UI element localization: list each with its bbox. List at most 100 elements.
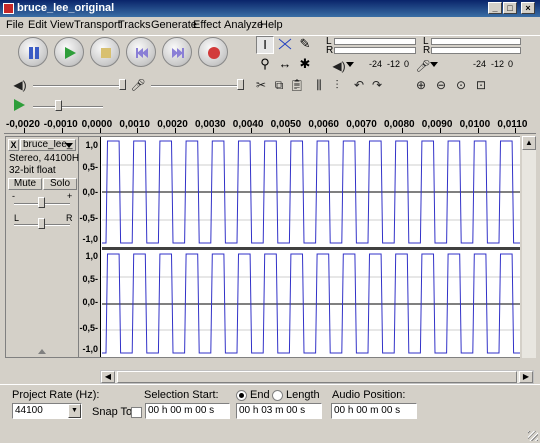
- playback-meter-dropdown-icon[interactable]: [346, 62, 354, 67]
- ruler-label: 0,0030: [195, 119, 226, 130]
- pan-thumb[interactable]: [38, 218, 45, 229]
- paste-icon[interactable]: 📋︎: [288, 76, 306, 94]
- record-meter-dropdown-icon[interactable]: [430, 62, 438, 67]
- timeline-ruler[interactable]: -0,0020 -0,0010 0,0000 0,0010 0,0020 0,0030 0,…: [4, 116, 536, 134]
- pause-button[interactable]: [18, 37, 48, 67]
- time-shift-tool-icon[interactable]: ↔: [276, 56, 294, 74]
- scroll-up-icon[interactable]: ▲: [522, 136, 536, 150]
- ruler-label: 0,0050: [270, 119, 302, 130]
- selection-start-value: 00 h 00 m 00 s: [148, 405, 215, 416]
- collapse-track-icon[interactable]: [38, 349, 46, 354]
- selection-start-field[interactable]: 00 h 00 m 00 s: [145, 403, 230, 419]
- output-volume-thumb[interactable]: [119, 79, 126, 90]
- gain-thumb[interactable]: [38, 197, 45, 208]
- end-radio[interactable]: [236, 390, 247, 401]
- edit-toolbar: ✂ ⧉ 📋︎ ⫼ ⫶ ↶ ↷ ⊕ ⊖ ⊙ ⊡: [250, 74, 540, 96]
- horizontal-scrollbar[interactable]: ◀ ▶: [100, 370, 534, 384]
- ruler-tick: [24, 128, 25, 133]
- waveform-right-channel[interactable]: [102, 250, 520, 357]
- toolbar-area: I ✎ ⚲ ↔ ✱ L R L R ◀) -24 -12 0 🎤︎ -24 -1…: [0, 35, 540, 116]
- waveform-left-channel[interactable]: [102, 137, 520, 247]
- record-scale-12: -12: [491, 59, 505, 69]
- scroll-right-icon[interactable]: ▶: [519, 371, 533, 383]
- play-speed-thumb[interactable]: [55, 100, 62, 111]
- scroll-left-icon[interactable]: ◀: [101, 371, 115, 383]
- menu-tracks[interactable]: Tracks: [118, 19, 151, 31]
- project-rate-dropdown-icon[interactable]: ▼: [68, 404, 81, 418]
- menu-transport[interactable]: Transport: [74, 19, 121, 31]
- play-button[interactable]: [54, 37, 84, 67]
- menu-edit[interactable]: Edit: [28, 19, 47, 31]
- trim-icon[interactable]: ⫼: [310, 76, 328, 94]
- fit-project-icon[interactable]: ⊡: [472, 76, 490, 94]
- minimize-button[interactable]: _: [488, 2, 502, 14]
- skip-to-start-button[interactable]: [126, 37, 156, 67]
- menu-analyze[interactable]: Analyze: [224, 19, 263, 31]
- play-at-speed-icon: [14, 99, 25, 111]
- record-button[interactable]: [198, 37, 228, 67]
- mute-button[interactable]: Mute: [8, 178, 42, 190]
- window-title: bruce_lee_original: [17, 2, 115, 14]
- snap-to-checkbox[interactable]: [131, 407, 142, 418]
- close-button[interactable]: ×: [521, 2, 535, 14]
- menu-file[interactable]: File: [6, 19, 24, 31]
- redo-icon[interactable]: ↷: [368, 76, 386, 94]
- resize-grip-icon[interactable]: [528, 431, 538, 441]
- output-volume-icon: ◀): [13, 78, 27, 92]
- copy-icon[interactable]: ⧉: [270, 76, 288, 94]
- skip-end-icon: [172, 48, 184, 58]
- input-volume-slider[interactable]: [151, 85, 241, 87]
- vertical-scrollbar[interactable]: ▲: [522, 136, 536, 358]
- undo-icon[interactable]: ↶: [350, 76, 368, 94]
- output-volume-slider[interactable]: [33, 85, 123, 87]
- selection-end-field[interactable]: 00 h 03 m 00 s: [236, 403, 322, 419]
- audio-position-field[interactable]: 00 h 00 m 00 s: [331, 403, 417, 419]
- solo-button[interactable]: Solo: [43, 178, 77, 190]
- tools-toolbar: I ✎ ⚲ ↔ ✱: [252, 36, 318, 76]
- menu-view[interactable]: View: [50, 19, 74, 31]
- playback-scale-24: -24: [369, 59, 383, 69]
- play-at-speed-button[interactable]: [11, 97, 27, 113]
- horizontal-scroll-thumb[interactable]: [117, 371, 517, 383]
- menu-generate[interactable]: Generate: [151, 19, 197, 31]
- ruler-label: -0,0020: [6, 119, 40, 130]
- cut-icon[interactable]: ✂: [252, 76, 270, 94]
- playback-meter-r: [334, 47, 416, 54]
- silence-icon[interactable]: ⫶: [328, 76, 346, 94]
- play-speed-slider[interactable]: [33, 106, 103, 108]
- vruler-top-0: 0,0-: [82, 187, 98, 197]
- ruler-label: 0,0040: [232, 119, 264, 130]
- length-radio[interactable]: [272, 390, 283, 401]
- ruler-label: 0,0110: [497, 119, 528, 130]
- fit-selection-icon[interactable]: ⊙: [452, 76, 470, 94]
- skip-to-end-button[interactable]: [162, 37, 192, 67]
- ruler-label: 0,0020: [157, 119, 188, 130]
- stop-button[interactable]: [90, 37, 120, 67]
- vruler-bot-1: 1,0: [85, 251, 98, 261]
- zoom-out-icon[interactable]: ⊖: [432, 76, 450, 94]
- ruler-label: 0,0080: [384, 119, 415, 130]
- draw-tool-icon[interactable]: ✎: [296, 36, 314, 54]
- maximize-button[interactable]: □: [503, 2, 517, 14]
- envelope-tool-icon[interactable]: [276, 36, 294, 54]
- menu-effect[interactable]: Effect: [193, 19, 221, 31]
- menu-bar: File Edit View Transport Tracks Generate…: [0, 17, 540, 35]
- menu-help[interactable]: Help: [260, 19, 283, 31]
- track-close-button[interactable]: X: [8, 139, 19, 151]
- multi-tool-icon[interactable]: ✱: [296, 56, 314, 74]
- zoom-tool-icon[interactable]: ⚲: [256, 56, 274, 74]
- vruler-top-n1: -1,0: [82, 234, 98, 244]
- project-rate-value: 44100: [15, 405, 43, 416]
- zoom-in-icon[interactable]: ⊕: [412, 76, 430, 94]
- pan-right-label: R: [66, 213, 73, 223]
- track-name-menu[interactable]: bruce_lee_: [20, 139, 76, 151]
- ruler-tick: [326, 128, 328, 133]
- ruler-label: 0,0100: [459, 119, 491, 130]
- stop-icon: [101, 48, 111, 58]
- ruler-tick: [288, 128, 290, 133]
- selection-tool-icon[interactable]: I: [256, 36, 274, 54]
- audio-position-value: 00 h 00 m 00 s: [334, 405, 401, 416]
- play-icon: [65, 47, 76, 59]
- input-volume-thumb[interactable]: [237, 79, 244, 90]
- track-bit-depth: 32-bit float: [9, 165, 56, 176]
